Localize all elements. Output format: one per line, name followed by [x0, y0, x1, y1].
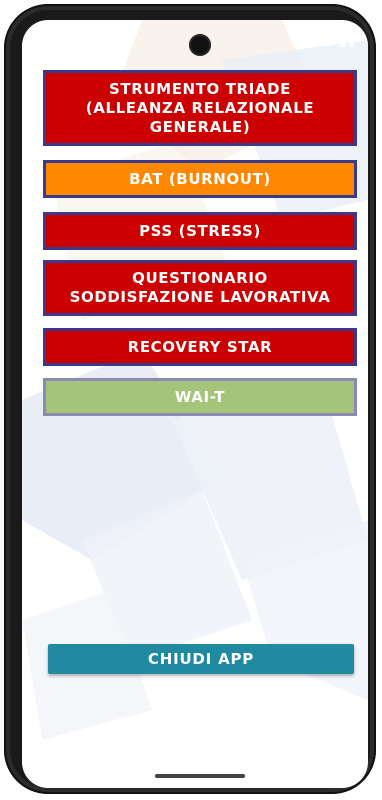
- strumento-triade-label: STRUMENTO TRIADE (ALLEANZA RELAZIONALE G…: [85, 79, 315, 136]
- close-app-label: CHIUDI APP: [147, 650, 255, 668]
- signal-icon: [338, 38, 346, 47]
- pss-stress-label: PSS (STRESS): [139, 221, 261, 240]
- wai-t-button[interactable]: WAI-T: [43, 378, 357, 416]
- recovery-star-label: RECOVERY STAR: [127, 337, 273, 356]
- status-bar: [325, 38, 354, 47]
- wifi-icon: [325, 38, 335, 47]
- bat-burnout-button[interactable]: BAT (BURNOUT): [43, 160, 357, 198]
- recovery-star-button[interactable]: RECOVERY STAR: [43, 328, 357, 366]
- gesture-nav-bar[interactable]: [155, 774, 245, 778]
- pss-stress-button[interactable]: PSS (STRESS): [43, 212, 357, 250]
- close-app-button[interactable]: CHIUDI APP: [48, 644, 354, 674]
- app-screen: STRUMENTO TRIADE (ALLEANZA RELAZIONALE G…: [22, 20, 368, 788]
- bat-burnout-label: BAT (BURNOUT): [129, 169, 271, 188]
- wai-t-label: WAI-T: [174, 387, 226, 406]
- questionario-soddisfazione-button[interactable]: QUESTIONARIO SODDISFAZIONE LAVORATIVA: [43, 260, 357, 316]
- strumento-triade-button[interactable]: STRUMENTO TRIADE (ALLEANZA RELAZIONALE G…: [43, 70, 357, 146]
- battery-icon: [349, 38, 354, 47]
- questionario-soddisfazione-label: QUESTIONARIO SODDISFAZIONE LAVORATIVA: [69, 269, 331, 306]
- front-camera: [189, 34, 211, 56]
